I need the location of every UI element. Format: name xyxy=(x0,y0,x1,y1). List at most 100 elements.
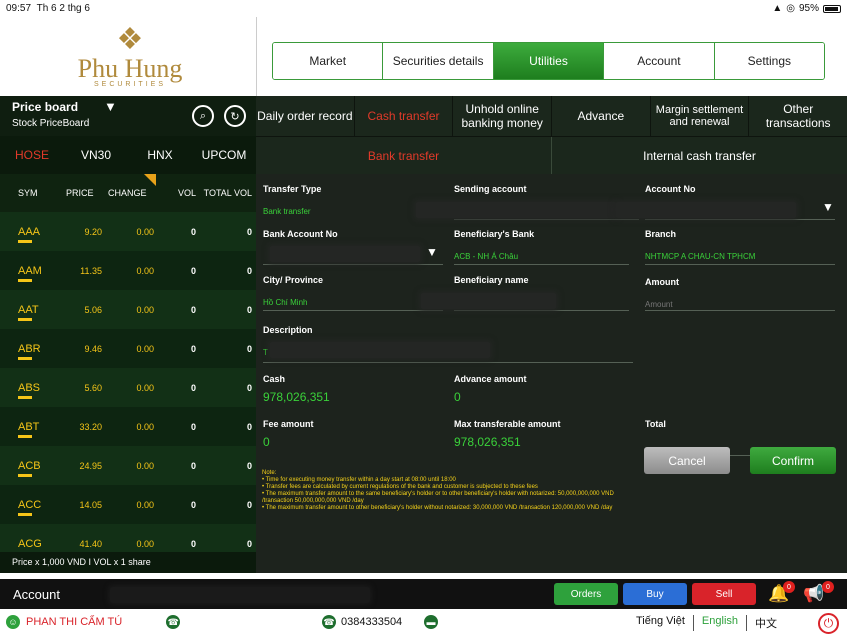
city-field[interactable]: City/ Province Hồ Chí Minh xyxy=(263,275,443,311)
beneficiary-bank-field[interactable]: Beneficiary's Bank ACB - NH Á Châu xyxy=(454,229,629,265)
orders-button[interactable]: Orders xyxy=(554,583,618,605)
price-board-row[interactable]: ACC 14.05 0.00 0 0 xyxy=(0,485,256,524)
stock-vol: 0 xyxy=(190,421,196,432)
col-price[interactable]: PRICE xyxy=(48,188,108,198)
power-icon[interactable]: ⏻ xyxy=(818,613,839,634)
stock-vol: 0 xyxy=(190,538,196,549)
price-board-row[interactable]: ACB 24.95 0.00 0 0 xyxy=(0,446,256,485)
price-board-row[interactable]: ABS 5.60 0.00 0 0 xyxy=(0,368,256,407)
fee-amount-field: Fee amount 0 xyxy=(263,419,443,455)
cancel-button[interactable]: Cancel xyxy=(644,447,730,474)
notification-badge: 0 xyxy=(783,581,795,593)
tab-margin-settlement[interactable]: Margin settlement and renewal xyxy=(651,96,750,136)
stock-change: 0.00 xyxy=(136,304,154,315)
branch-label: Branch xyxy=(645,229,677,239)
note-title: Note: xyxy=(262,470,277,476)
transfer-type-tabs: Bank transfer Internal cash transfer xyxy=(256,136,847,174)
no-change-indicator xyxy=(18,278,32,282)
lang-vietnamese[interactable]: Tiếng Việt xyxy=(628,615,694,631)
stock-total-vol: 0 xyxy=(246,538,252,549)
tab-other-transactions[interactable]: Other transactions xyxy=(749,96,847,136)
sell-button[interactable]: Sell xyxy=(692,583,756,605)
status-time: 09:57 xyxy=(6,3,32,14)
nav-account[interactable]: Account xyxy=(604,43,715,79)
redacted-account-selector[interactable] xyxy=(110,587,370,603)
stock-symbol: ACG xyxy=(0,538,48,552)
user-info[interactable]: ☺ PHAN THI CẨM TÚ ☎ xyxy=(6,615,181,629)
header: ❖ Phu Hung SECURITIES Market Securities … xyxy=(0,17,847,96)
amount-input[interactable]: Amount xyxy=(645,300,835,309)
search-icon[interactable]: ⌕ xyxy=(192,105,214,127)
col-sym[interactable]: SYM xyxy=(0,188,48,198)
logo: ❖ Phu Hung SECURITIES xyxy=(60,23,200,93)
confirm-button[interactable]: Confirm xyxy=(750,447,836,474)
col-vol[interactable]: VOL xyxy=(160,188,200,198)
stock-price: 11.35 xyxy=(80,265,102,276)
nav-market[interactable]: Market xyxy=(273,43,384,79)
tab-advance[interactable]: Advance xyxy=(552,96,651,136)
stock-vol: 0 xyxy=(190,460,196,471)
nav-settings[interactable]: Settings xyxy=(714,43,824,79)
lang-english[interactable]: English xyxy=(694,615,747,631)
stock-vol: 0 xyxy=(190,382,196,393)
stock-total-vol: 0 xyxy=(246,343,252,354)
stock-symbol: AAT xyxy=(0,304,48,321)
exchange-tabs: HOSE VN30 HNX UPCOM xyxy=(0,136,256,174)
buy-button[interactable]: Buy xyxy=(623,583,687,605)
exchange-tab-hnx[interactable]: HNX xyxy=(128,148,192,162)
stock-vol: 0 xyxy=(190,265,196,276)
chevron-down-icon[interactable]: ▼ xyxy=(426,245,438,259)
note-line: • Transfer fees are calculated by curren… xyxy=(262,484,538,490)
chevron-down-icon[interactable]: ▼ xyxy=(104,99,117,114)
lang-chinese[interactable]: 中文 xyxy=(747,615,785,631)
stock-symbol: ACC xyxy=(0,499,48,516)
exchange-tab-hose[interactable]: HOSE xyxy=(0,148,64,162)
refresh-icon[interactable]: ↻ xyxy=(224,105,246,127)
logo-name: Phu Hung xyxy=(77,54,183,83)
tab-cash-transfer[interactable]: Cash transfer xyxy=(355,96,454,136)
nav-securities-details[interactable]: Securities details xyxy=(383,43,494,79)
tab-internal-cash-transfer[interactable]: Internal cash transfer xyxy=(552,137,847,174)
beneficiary-bank-value: ACB - NH Á Châu xyxy=(454,252,519,261)
megaphone-icon[interactable]: 📢 xyxy=(803,584,824,604)
exchange-tab-vn30[interactable]: VN30 xyxy=(64,148,128,162)
stock-symbol: AAM xyxy=(0,265,48,282)
price-board-row[interactable]: ABR 9.46 0.00 0 0 xyxy=(0,329,256,368)
chevron-down-icon[interactable]: ▼ xyxy=(822,200,834,214)
amount-field[interactable]: Amount Amount xyxy=(645,277,835,311)
cash-transfer-panel: Daily order record Cash transfer Unhold … xyxy=(256,96,847,573)
tab-daily-order-record[interactable]: Daily order record xyxy=(256,96,355,136)
chat-icon[interactable]: ▬ xyxy=(424,615,438,629)
col-change[interactable]: CHANGE xyxy=(108,188,160,198)
exchange-tab-upcom[interactable]: UPCOM xyxy=(192,148,256,162)
redacted-bank-account xyxy=(270,246,420,262)
no-change-indicator xyxy=(18,473,32,477)
nav-utilities[interactable]: Utilities xyxy=(493,43,605,79)
account-label[interactable]: Account xyxy=(13,587,60,602)
no-change-indicator xyxy=(18,239,32,243)
tab-bank-transfer[interactable]: Bank transfer xyxy=(256,137,552,174)
price-board-row[interactable]: ABT 33.20 0.00 0 0 xyxy=(0,407,256,446)
tab-unhold-online-banking[interactable]: Unhold online banking money xyxy=(453,96,553,136)
price-board-footer: Price x 1,000 VND I VOL x 1 share xyxy=(0,552,256,573)
announcement-badge: 0 xyxy=(822,581,834,593)
price-board-row[interactable]: AAM 11.35 0.00 0 0 xyxy=(0,251,256,290)
no-change-indicator xyxy=(18,395,32,399)
note-line: • Time for executing money transfer with… xyxy=(262,477,456,483)
redacted-beneficiary-name xyxy=(421,293,556,309)
price-board-row[interactable]: AAA 9.20 0.00 0 0 xyxy=(0,212,256,251)
price-board-row[interactable]: AAT 5.06 0.00 0 0 xyxy=(0,290,256,329)
stock-symbol: ACB xyxy=(0,460,48,477)
stock-change: 0.00 xyxy=(136,343,154,354)
stock-vol: 0 xyxy=(190,499,196,510)
call-icon[interactable]: ☎ xyxy=(166,615,181,629)
note-line: • The maximum transfer amount to the sam… xyxy=(262,491,614,504)
stock-price: 14.05 xyxy=(79,499,102,510)
hotline[interactable]: ☎ 0384333504 xyxy=(322,615,402,629)
stock-price: 5.60 xyxy=(84,382,102,393)
col-total-vol[interactable]: TOTAL VOL xyxy=(200,188,256,198)
wifi-icon: ▲ xyxy=(772,3,783,14)
branch-field[interactable]: Branch NHTMCP A CHAU-CN TPHCM xyxy=(645,229,835,265)
price-board-row[interactable]: ACG 41.40 0.00 0 0 xyxy=(0,524,256,552)
stock-symbol: ABR xyxy=(0,343,48,360)
